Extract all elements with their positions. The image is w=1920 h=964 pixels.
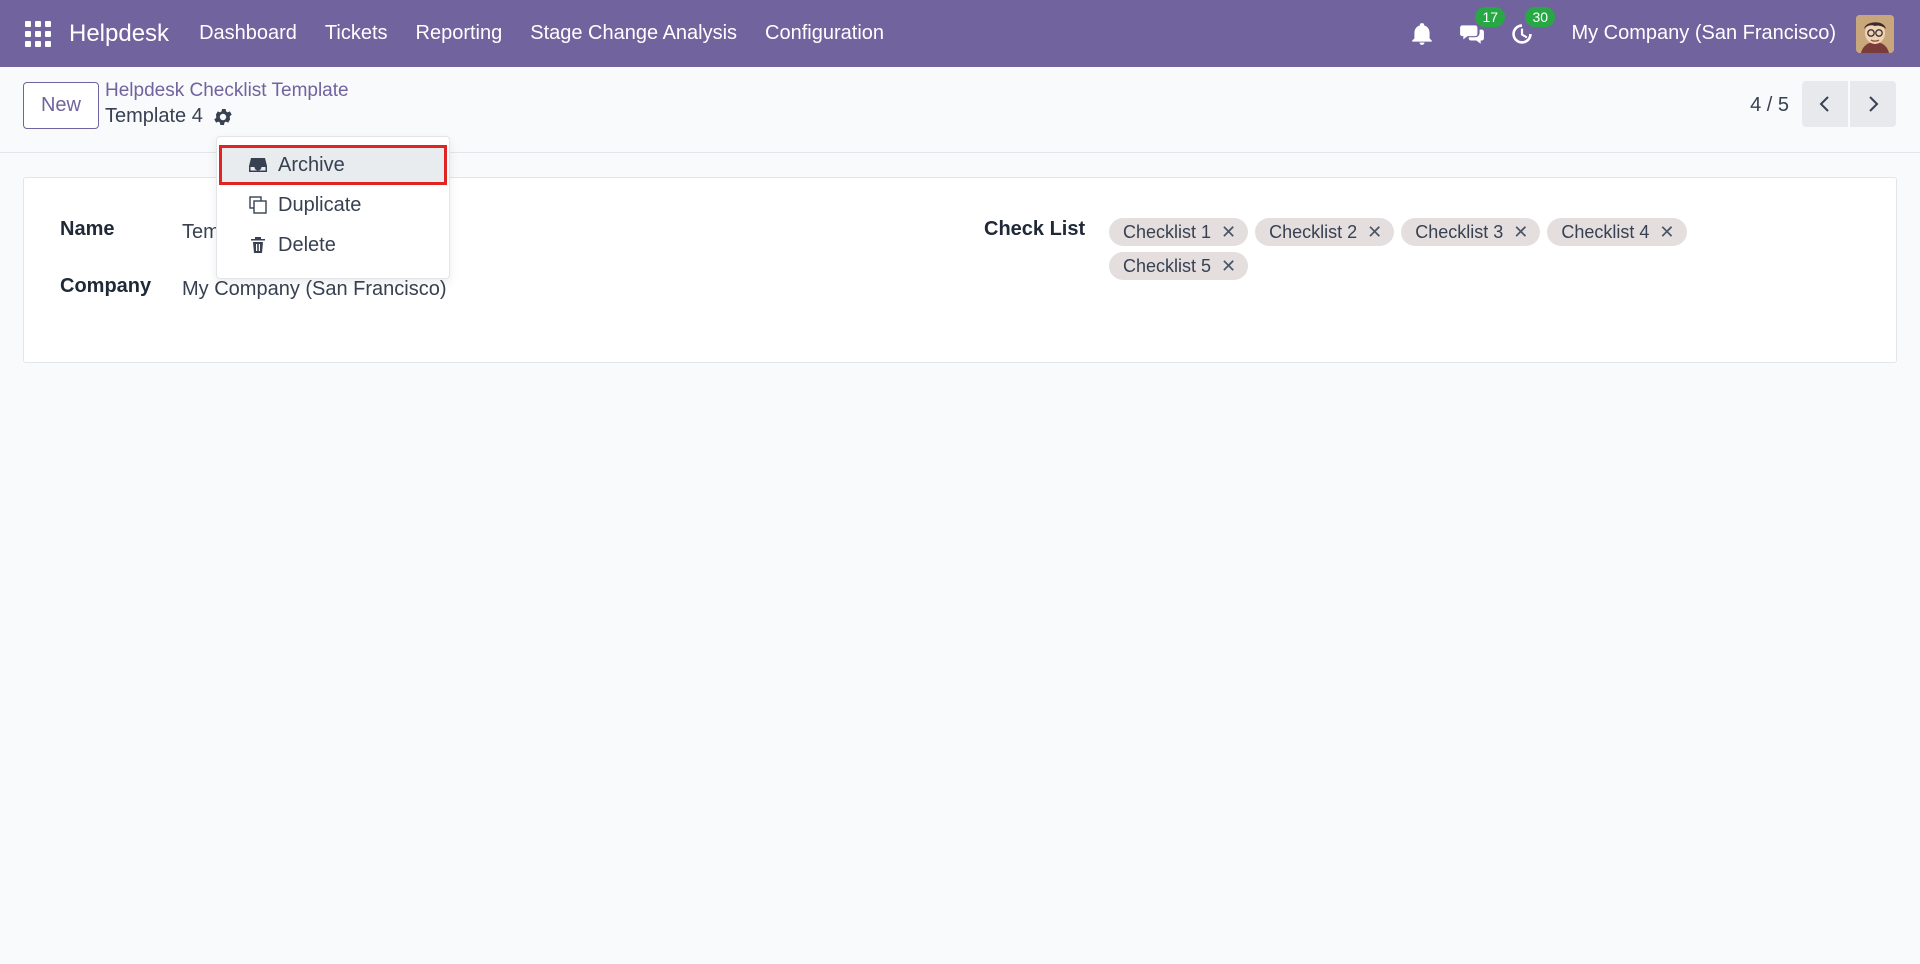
archive-icon bbox=[249, 158, 267, 172]
close-icon[interactable]: ✕ bbox=[1221, 256, 1236, 277]
tag-label: Checklist 1 bbox=[1123, 221, 1212, 242]
duplicate-icon bbox=[249, 196, 267, 214]
chevron-left-icon bbox=[1819, 96, 1829, 112]
archive-menu-item[interactable]: Archive bbox=[219, 145, 447, 185]
close-icon[interactable]: ✕ bbox=[1367, 222, 1382, 243]
close-icon[interactable]: ✕ bbox=[1659, 222, 1674, 243]
user-avatar[interactable] bbox=[1856, 14, 1894, 53]
menu-item-dashboard[interactable]: Dashboard bbox=[185, 0, 311, 67]
close-icon[interactable]: ✕ bbox=[1513, 222, 1528, 243]
delete-label: Delete bbox=[278, 233, 336, 256]
name-field[interactable]: Tem bbox=[182, 221, 220, 244]
company-label: Company bbox=[60, 275, 152, 297]
menu-item-configuration[interactable]: Configuration bbox=[751, 0, 898, 67]
trash-icon bbox=[251, 237, 265, 253]
chevron-right-icon bbox=[1869, 96, 1879, 112]
menu-item-tickets[interactable]: Tickets bbox=[311, 0, 402, 67]
tag-label: Checklist 3 bbox=[1415, 221, 1504, 242]
duplicate-menu-item[interactable]: Duplicate bbox=[217, 185, 449, 225]
menu-item-reporting[interactable]: Reporting bbox=[402, 0, 517, 67]
pager-value[interactable]: 4 / 5 bbox=[1750, 94, 1789, 117]
tag-label: Checklist 4 bbox=[1561, 221, 1650, 242]
chat-icon[interactable]: 17 bbox=[1457, 6, 1506, 49]
breadcrumb-current: Template 4 bbox=[105, 105, 234, 128]
actions-dropdown-menu: Archive Duplicate Delete bbox=[216, 136, 450, 279]
pager-previous-button[interactable] bbox=[1802, 81, 1848, 127]
gear-icon[interactable] bbox=[212, 106, 234, 128]
delete-menu-item[interactable]: Delete bbox=[217, 225, 449, 265]
duplicate-label: Duplicate bbox=[278, 193, 362, 216]
archive-label: Archive bbox=[278, 153, 345, 176]
messages-count-badge: 17 bbox=[1475, 6, 1506, 27]
breadcrumb-parent-link[interactable]: Helpdesk Checklist Template bbox=[105, 80, 349, 102]
checklist-tag: Checklist 1 ✕ bbox=[1109, 218, 1249, 246]
name-label: Name bbox=[60, 218, 115, 240]
top-navbar: Helpdesk Dashboard Tickets Reporting Sta… bbox=[0, 0, 1920, 67]
checklist-tags[interactable]: Checklist 1 ✕ Checklist 2 ✕ Checklist 3 … bbox=[1109, 218, 1729, 280]
tag-label: Checklist 5 bbox=[1123, 255, 1212, 276]
pager-next-button[interactable] bbox=[1850, 81, 1896, 127]
menu-item-stage-change-analysis[interactable]: Stage Change Analysis bbox=[516, 0, 751, 67]
company-switcher[interactable]: My Company (San Francisco) bbox=[1571, 22, 1836, 45]
activities-count-badge: 30 bbox=[1525, 6, 1556, 27]
checklist-tag: Checklist 4 ✕ bbox=[1547, 218, 1687, 246]
navbar-systray: 17 30 My Company (San Francisco) bbox=[1407, 0, 1920, 67]
checklist-label: Check List bbox=[984, 218, 1086, 240]
main-menu: Dashboard Tickets Reporting Stage Change… bbox=[185, 0, 898, 67]
company-field[interactable]: My Company (San Francisco) bbox=[182, 278, 447, 301]
app-brand[interactable]: Helpdesk bbox=[69, 20, 169, 48]
checklist-tag: Checklist 2 ✕ bbox=[1255, 218, 1395, 246]
close-icon[interactable]: ✕ bbox=[1221, 222, 1236, 243]
apps-menu-icon[interactable] bbox=[25, 20, 51, 47]
activity-clock-icon[interactable]: 30 bbox=[1507, 6, 1556, 49]
checklist-tag: Checklist 5 ✕ bbox=[1109, 252, 1249, 280]
bell-icon[interactable] bbox=[1407, 19, 1437, 49]
new-button[interactable]: New bbox=[23, 82, 99, 129]
checklist-tag: Checklist 3 ✕ bbox=[1401, 218, 1541, 246]
tag-label: Checklist 2 bbox=[1269, 221, 1358, 242]
record-title: Template 4 bbox=[105, 105, 203, 127]
